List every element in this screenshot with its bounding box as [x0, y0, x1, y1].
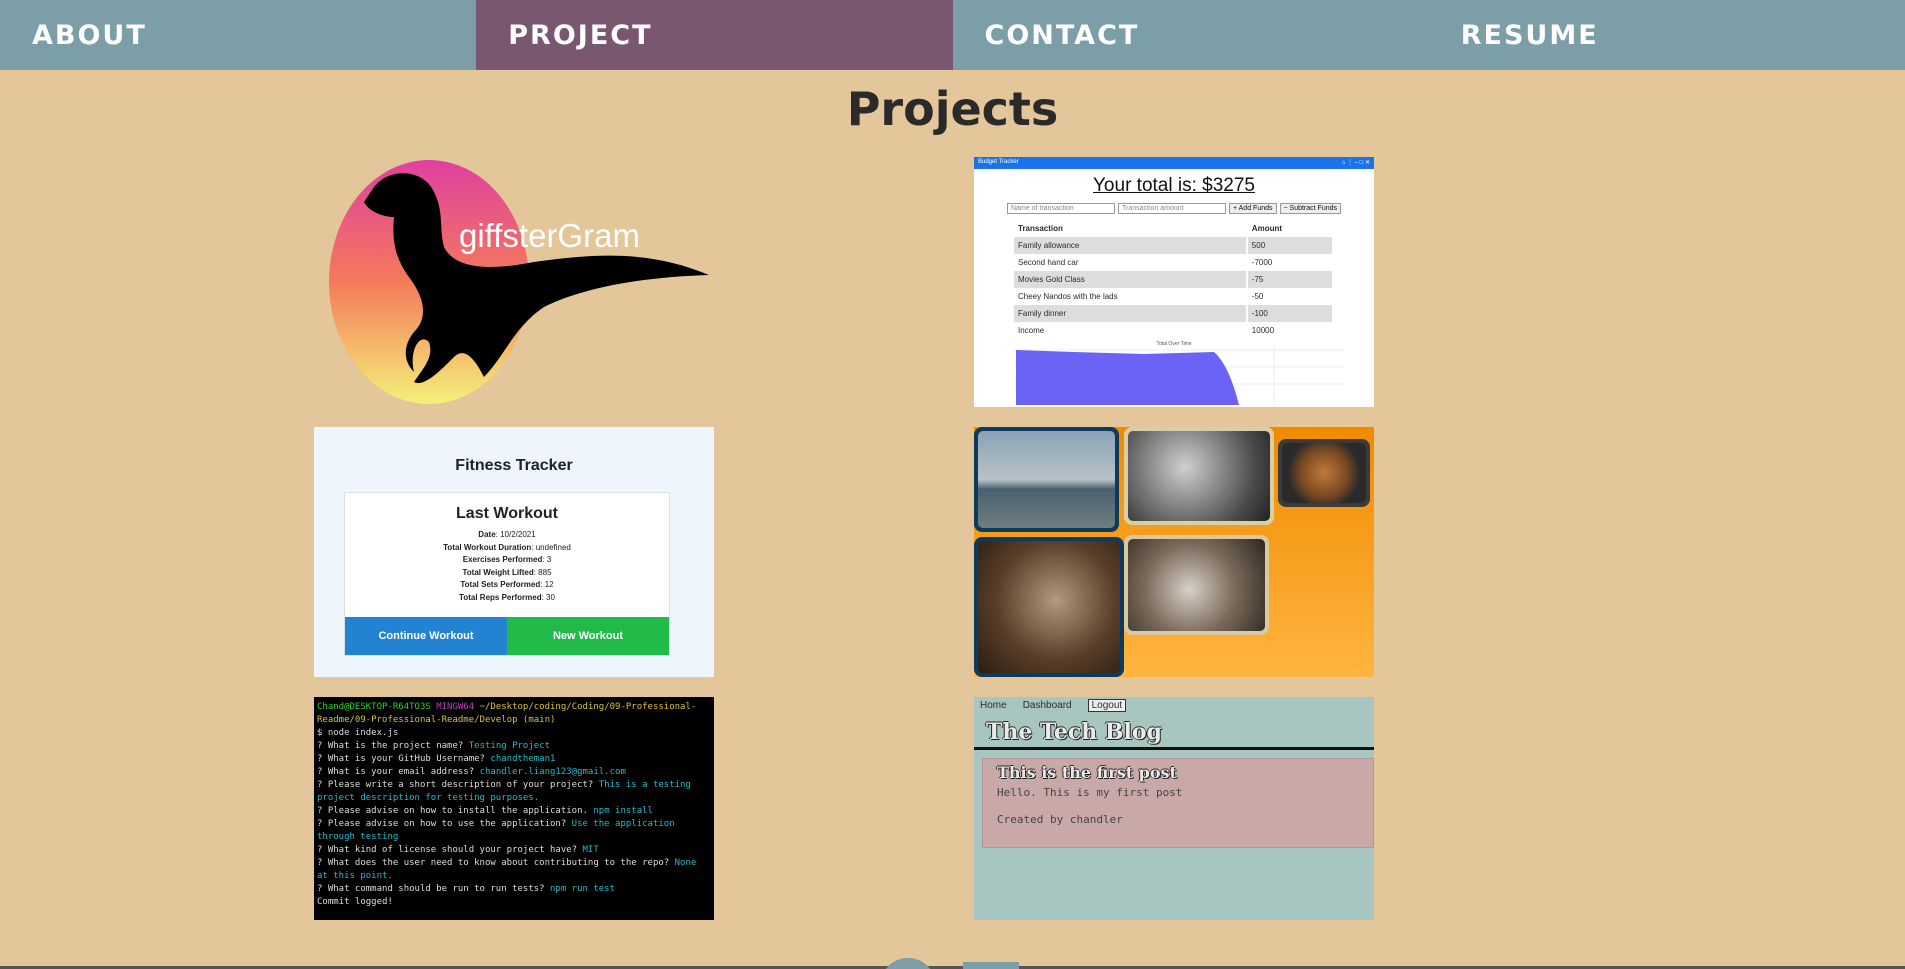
table-cell: Cheey Nandos with the lads: [1014, 288, 1248, 305]
artwork-frame: [1278, 439, 1370, 507]
table-cell: Family allowance: [1014, 237, 1248, 254]
harbor-painting-icon: [978, 431, 1115, 528]
budget-form: Name of transaction Transaction amount +…: [974, 203, 1374, 214]
stat-line: Total Reps Performed: 30: [459, 592, 555, 602]
table-cell: -100: [1246, 305, 1335, 322]
blog-logout-button: Logout: [1087, 698, 1127, 712]
stat-line: Date: 10/2/2021: [478, 530, 536, 539]
table-cell: -7000: [1246, 254, 1335, 271]
table-cell: Movies Gold Class: [1014, 271, 1248, 288]
window-title: Budget Tracker: [978, 159, 1019, 165]
stat-line: Total Weight Lifted: 885: [462, 567, 552, 577]
artwork-frame: [974, 537, 1124, 677]
artwork-frame: [974, 427, 1119, 532]
stat-line: Total Sets Performed: 12: [460, 580, 554, 589]
card-title: Last Workout: [456, 505, 558, 522]
table-cell: 500: [1246, 237, 1335, 254]
project-budget-tracker[interactable]: Budget Tracker ⌂ ⋮ – □ ✕ Your total is: …: [974, 157, 1374, 407]
blog-nav-dashboard: Dashboard: [1022, 699, 1072, 711]
last-workout-card: Last Workout Date: 10/2/2021 Total Worko…: [344, 492, 670, 656]
table-cell: Income: [1014, 322, 1248, 339]
nav-resume[interactable]: RESUME: [1429, 0, 1905, 70]
continue-workout-button: Continue Workout: [345, 617, 507, 655]
add-funds-button: + Add Funds: [1228, 203, 1277, 214]
new-workout-button: New Workout: [507, 617, 669, 655]
transaction-name-input: Name of transaction: [1006, 203, 1115, 214]
table-cell: Second hand car: [1014, 254, 1248, 271]
blog-nav: Home Dashboard Logout: [974, 697, 1374, 713]
total-chart-icon: [1014, 345, 1344, 405]
interior-scene-painting-icon: [978, 541, 1120, 673]
table-cell: -75: [1246, 271, 1335, 288]
project-fitness-tracker[interactable]: Fitness Tracker Last Workout Date: 10/2/…: [314, 427, 714, 677]
artwork-frame: [1124, 535, 1269, 635]
fitness-title: Fitness Tracker: [455, 457, 573, 474]
stat-line: Exercises Performed: 3: [462, 555, 552, 564]
table-cell: Family dinner: [1014, 305, 1248, 322]
blog-title: The Tech Blog: [986, 719, 1162, 745]
subtract-funds-button: − Subtract Funds: [1279, 203, 1342, 214]
nav-contact[interactable]: CONTACT: [953, 0, 1429, 70]
figures-painting-icon: [1128, 539, 1265, 631]
giffstergram-logo-text: giffsterGram: [459, 217, 640, 254]
window-titlebar: Budget Tracker ⌂ ⋮ – □ ✕: [974, 157, 1374, 169]
page-title: Projects: [846, 82, 1059, 136]
workout-stats: Date: 10/2/2021 Total Workout Duration: …: [345, 529, 669, 604]
linkedin-icon[interactable]: [963, 962, 1019, 969]
transaction-amount-input: Transaction amount: [1117, 203, 1226, 214]
blog-post: This is the first post Hello. This is my…: [982, 758, 1374, 848]
blog-nav-home: Home: [980, 699, 1007, 711]
top-nav: ABOUT PROJECT CONTACT RESUME: [0, 0, 1905, 70]
transactions-table: Transaction Amount Family allowance 500 S…: [1014, 220, 1335, 339]
budget-total: Your total is: $3275: [1093, 175, 1255, 196]
dinosaur-logo-icon: [329, 160, 709, 404]
table-header: Transaction: [1014, 220, 1248, 237]
nav-project[interactable]: PROJECT: [476, 0, 953, 70]
artwork-frame: [1124, 427, 1274, 525]
stat-line: Total Workout Duration: undefined: [443, 542, 571, 552]
ceramic-vessel-icon: [1282, 443, 1366, 503]
table-cell: -50: [1246, 288, 1335, 305]
post-author: Created by chandler: [997, 813, 1123, 826]
divider: [974, 747, 1374, 750]
post-body: Hello. This is my first post: [997, 786, 1183, 799]
table-cell: 10000: [1246, 322, 1335, 339]
nav-about[interactable]: ABOUT: [0, 0, 476, 70]
landscape-drawing-icon: [1128, 431, 1270, 521]
table-header: Amount: [1246, 220, 1335, 237]
project-giffstergram[interactable]: giffsterGram: [314, 157, 714, 407]
project-art-gallery[interactable]: [974, 427, 1374, 677]
window-controls-icon: ⌂ ⋮ – □ ✕: [1341, 160, 1370, 166]
project-tech-blog[interactable]: Home Dashboard Logout The Tech Blog This…: [974, 697, 1374, 920]
github-icon[interactable]: [880, 958, 936, 969]
project-readme-generator-terminal[interactable]: Chand@DESKTOP-R64TO3S MINGW64 ~/Desktop/…: [314, 697, 714, 920]
post-title: This is the first post: [997, 763, 1177, 782]
workout-buttons: Continue Workout New Workout: [345, 617, 669, 655]
